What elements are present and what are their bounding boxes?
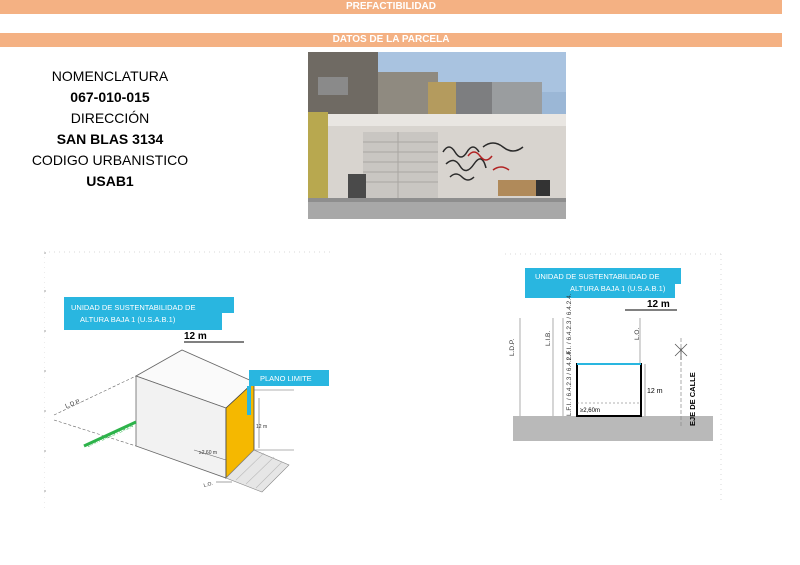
- header-bar: PREFACTIBILIDAD: [0, 0, 782, 14]
- section-diagram: UNIDAD DE SUSTENTABILIDAD DE ALTURA BAJA…: [505, 253, 722, 500]
- ldp-label: L.D.P.: [65, 399, 82, 410]
- section-bar: DATOS DE LA PARCELA: [0, 33, 782, 47]
- plano-label: PLANO LIMITE: [260, 374, 312, 383]
- section-title: DATOS DE LA PARCELA: [332, 34, 450, 45]
- height-small: 12 m: [256, 424, 267, 430]
- building-photo: [308, 52, 566, 219]
- lfi-label: L.F.I. / 6.4.2.3 / 6.4.2.4: [86, 423, 134, 449]
- lib-label: L.I.B.: [545, 331, 552, 346]
- callout-line1: UNIDAD DE SUSTENTABILIDAD DE: [535, 272, 659, 281]
- nomenclatura-label: NOMENCLATURA: [51, 68, 169, 84]
- lfi-label: L.F.I. / 6.4.2.3 / 6.4.2.4.: [566, 349, 573, 416]
- height-small: 12 m: [647, 388, 663, 395]
- header-title: PREFACTIBILIDAD: [346, 1, 436, 12]
- codigo-value: USAB1: [86, 173, 134, 189]
- direccion-label: DIRECCIÓN: [70, 110, 150, 126]
- isometric-diagram: UNIDAD DE SUSTENTABILIDAD DE ALTURA BAJA…: [44, 251, 334, 508]
- eje-label: EJE DE CALLE: [688, 372, 697, 426]
- parcel-info: NOMENCLATURA 067-010-015 DIRECCIÓN SAN B…: [20, 66, 200, 192]
- height-label: 12 m: [184, 331, 207, 342]
- callout-line2: ALTURA BAJA 1 (U.S.A.B.1): [570, 284, 666, 293]
- ldp-label: L.D.P.: [509, 339, 516, 356]
- callout-line2: ALTURA BAJA 1 (U.S.A.B.1): [80, 315, 176, 324]
- lo-label: L.O.: [203, 481, 214, 489]
- direccion-value: SAN BLAS 3134: [56, 131, 164, 147]
- ground-label: ≥2,60m: [580, 408, 600, 414]
- ground-label: ≥2,60 m: [199, 450, 217, 456]
- height-label: 12 m: [647, 299, 670, 310]
- nomenclatura-value: 067-010-015: [70, 89, 150, 105]
- callout-line1: UNIDAD DE SUSTENTABILIDAD DE: [71, 303, 195, 312]
- codigo-label: CODIGO URBANISTICO: [31, 152, 189, 168]
